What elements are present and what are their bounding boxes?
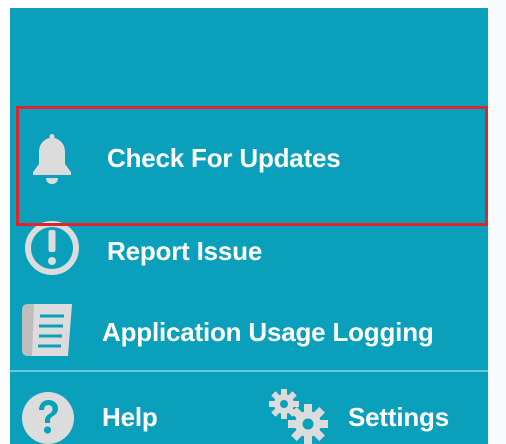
help-button[interactable]: Help — [10, 376, 240, 444]
menu-item-application-usage-logging[interactable]: Application Usage Logging — [10, 290, 488, 370]
selection-highlight — [16, 106, 488, 226]
content-area-edge — [488, 0, 506, 444]
menu-item-label: Application Usage Logging — [102, 317, 434, 347]
app-frame: Check For Updates Report Issue Applicati… — [0, 0, 506, 444]
help-label: Help — [102, 402, 158, 432]
menu-divider — [10, 370, 488, 372]
menu-item-label: Report Issue — [107, 236, 263, 266]
settings-label: Settings — [348, 402, 449, 432]
settings-button[interactable]: Settings — [250, 376, 488, 444]
gears-icon — [269, 389, 328, 444]
question-circle-icon — [22, 392, 74, 444]
log-document-icon — [22, 304, 72, 356]
